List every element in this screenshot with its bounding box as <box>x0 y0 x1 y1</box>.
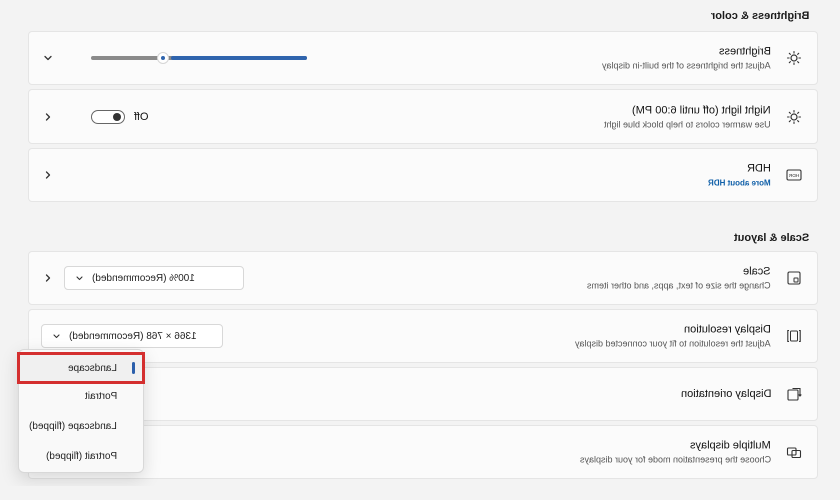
bottom-strip <box>0 486 840 500</box>
chevron-right-icon[interactable] <box>43 273 53 283</box>
scale-card: 100% (Recommended) Scale Change the size… <box>28 251 818 305</box>
resolution-icon <box>785 327 803 345</box>
more-about-hdr-link[interactable]: More about HDR <box>708 178 771 189</box>
chevron-down-icon <box>75 274 84 283</box>
scale-title: Scale <box>743 265 771 278</box>
brightness-title: Brightness <box>719 45 771 58</box>
hdr-icon: HDR <box>785 166 803 184</box>
display-resolution-title: Display resolution <box>684 323 771 336</box>
section-title-brightness-color: Brightness & color <box>710 10 809 22</box>
brightness-card: Brightness Adjust the brightness of the … <box>28 31 818 85</box>
scale-subtitle: Change the size of text, apps, and other… <box>587 280 771 291</box>
expand-chevron-icon[interactable] <box>43 53 53 63</box>
scale-dropdown[interactable]: 100% (Recommended) <box>64 266 244 290</box>
menu-item-portrait[interactable]: Portrait <box>19 382 143 410</box>
chevron-down-icon <box>52 332 61 341</box>
night-light-title: Night light (off until 6:00 PM) <box>632 104 771 116</box>
multiple-displays-title: Multiple displays <box>690 439 771 452</box>
sun-icon <box>785 108 803 126</box>
sun-icon <box>785 49 803 67</box>
chevron-right-icon[interactable] <box>43 112 53 122</box>
night-light-subtitle: Use warmer colors to help block blue lig… <box>604 119 771 129</box>
resolution-dropdown[interactable]: 1366 × 768 (Recommended) <box>41 324 223 348</box>
display-resolution-subtitle: Adjust the resolution to fit your connec… <box>575 338 771 349</box>
menu-item-landscape-flipped[interactable]: Landscape (flipped) <box>19 412 143 440</box>
toggle-knob <box>113 112 121 121</box>
resolution-dropdown-value: 1366 × 768 (Recommended) <box>69 330 197 342</box>
orientation-dropdown-menu: Landscape Portrait Landscape (flipped) P… <box>17 349 145 473</box>
display-orientation-card[interactable]: Display orientation <box>28 367 818 421</box>
brightness-slider[interactable] <box>91 52 307 64</box>
hdr-card[interactable]: HDR More about HDR HDR <box>28 148 818 202</box>
brightness-slider-fill <box>171 56 307 60</box>
menu-item-portrait-flipped[interactable]: Portrait (flipped) <box>19 442 143 470</box>
brightness-subtitle: Adjust the brightness of the built-in di… <box>602 60 771 71</box>
multiple-displays-subtitle: Choose the presentation mode for your di… <box>579 454 771 465</box>
svg-text:HDR: HDR <box>788 173 799 179</box>
night-light-card[interactable]: Off Night light (off until 6:00 PM) Use … <box>28 89 818 144</box>
orientation-icon <box>785 385 803 403</box>
menu-item-landscape[interactable]: Landscape <box>17 352 145 384</box>
multiple-displays-card[interactable]: Multiple displays Choose the presentatio… <box>28 425 818 479</box>
chevron-right-icon[interactable] <box>43 170 53 180</box>
scale-dropdown-value: 100% (Recommended) <box>92 272 195 284</box>
selected-indicator <box>132 362 135 374</box>
multiple-displays-icon <box>785 443 803 461</box>
night-light-state-label: Off <box>134 110 149 123</box>
brightness-slider-thumb[interactable] <box>157 52 169 64</box>
display-resolution-card: 1366 × 768 (Recommended) Display resolut… <box>28 309 818 363</box>
section-title-scale-layout: Scale & layout <box>733 232 809 244</box>
display-orientation-title: Display orientation <box>680 388 772 400</box>
night-light-toggle[interactable] <box>91 109 125 124</box>
scale-icon <box>785 269 803 287</box>
hdr-title: HDR <box>747 162 771 175</box>
